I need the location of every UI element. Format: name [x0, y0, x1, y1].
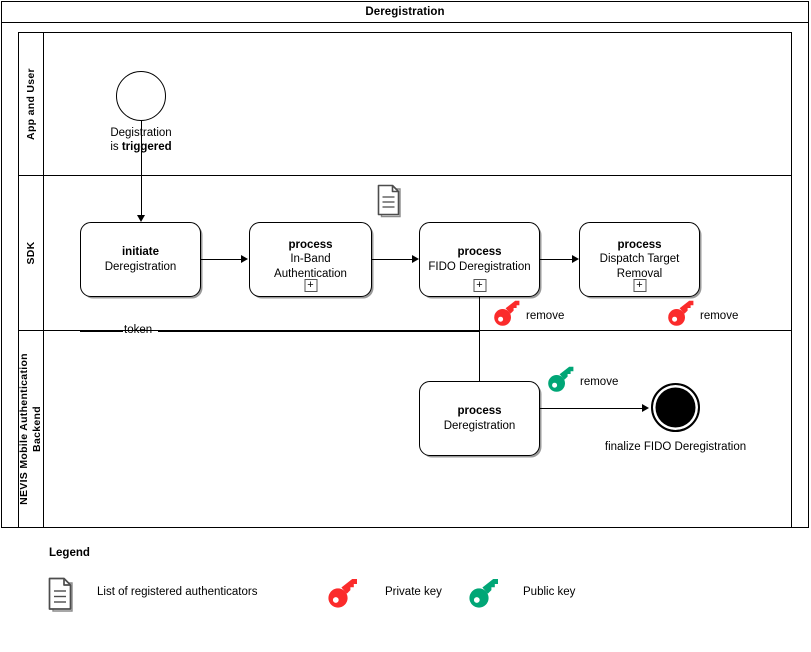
token-line-right	[158, 331, 479, 332]
legend-key-icon-green	[467, 578, 503, 610]
lane-label-app-and-user: App and User	[24, 67, 37, 140]
key-icon-green-backend	[546, 366, 578, 394]
flow-initiate-to-inband	[201, 259, 241, 260]
task-process-dispatch-target-removal-rest: Dispatch Target Removal	[599, 253, 680, 280]
token-label: token	[124, 324, 153, 336]
task-process-fido-deregistration-rest: FIDO Deregistration	[428, 260, 531, 273]
flow-inband-to-fido	[372, 259, 412, 260]
lane-label-backend: NEVIS Mobile Authentication Backend	[17, 353, 43, 505]
data-object-document-icon	[376, 183, 404, 219]
legend-document-icon	[47, 576, 77, 614]
task-process-fido-deregistration-strong: process	[457, 246, 502, 259]
flow-start-to-initiate	[141, 121, 142, 215]
task-initiate-deregistration[interactable]: initiate Deregistration	[80, 222, 201, 297]
lane-divider-1	[18, 175, 792, 176]
lane-label-sdk: SDK	[24, 240, 37, 265]
task-initiate-deregistration-strong: initiate	[121, 246, 160, 259]
task-process-dispatch-target-removal[interactable]: process Dispatch Target Removal +	[579, 222, 700, 297]
legend-key-icon-red	[326, 578, 362, 610]
task-process-dispatch-target-removal-subprocess-marker[interactable]: +	[633, 279, 646, 292]
task-process-in-band-authentication-strong: process	[288, 239, 333, 252]
legend-label-document: List of registered authenticators	[97, 586, 258, 598]
task-process-fido-deregistration-subprocess-marker[interactable]: +	[473, 279, 486, 292]
start-event-label-line2-strong: triggered	[121, 141, 172, 154]
end-event-label: finalize FIDO Deregistration	[604, 441, 747, 453]
start-event[interactable]	[116, 71, 166, 121]
task-process-in-band-authentication-rest: In-Band Authentication	[274, 253, 347, 280]
flow-start-to-initiate-arrowhead	[136, 215, 145, 222]
task-process-in-band-authentication-subprocess-marker[interactable]: +	[304, 279, 317, 292]
legend-label-public-key: Public key	[523, 586, 576, 598]
flow-backend-to-end-event-arrowhead	[642, 403, 649, 412]
diagram-canvas: Deregistration App and User SDK NEVIS Mo…	[0, 0, 811, 652]
end-event[interactable]	[651, 383, 700, 432]
task-process-deregistration-backend[interactable]: process Deregistration	[419, 381, 540, 456]
flow-initiate-to-inband-arrowhead	[241, 254, 248, 263]
start-event-label-line2-prefix: is	[110, 141, 122, 154]
token-line-left	[80, 331, 123, 332]
lane-header-sdk: SDK	[18, 175, 44, 330]
legend-title: Legend	[49, 547, 90, 559]
key-icon-red-fido	[492, 300, 524, 328]
task-process-in-band-authentication[interactable]: process In-Band Authentication +	[249, 222, 372, 297]
remove-label-backend: remove	[580, 376, 619, 388]
flow-fido-to-backend-deregistration	[479, 297, 480, 381]
key-icon-red-dispatch	[666, 300, 698, 328]
task-process-deregistration-backend-strong: process	[457, 405, 502, 418]
legend-label-private-key: Private key	[385, 586, 442, 598]
remove-label-fido: remove	[526, 310, 565, 322]
flow-fido-to-dispatch	[540, 259, 572, 260]
task-process-fido-deregistration[interactable]: process FIDO Deregistration +	[419, 222, 540, 297]
task-process-deregistration-backend-rest: Deregistration	[443, 419, 516, 432]
task-initiate-deregistration-rest: Deregistration	[104, 260, 177, 273]
task-process-dispatch-target-removal-strong: process	[617, 239, 662, 252]
flow-backend-to-end-event	[540, 408, 642, 409]
flow-inband-to-fido-arrowhead	[412, 254, 419, 263]
flow-fido-to-dispatch-arrowhead	[572, 254, 579, 263]
lane-header-app-and-user: App and User	[18, 32, 44, 175]
lane-header-backend: NEVIS Mobile Authentication Backend	[17, 330, 44, 528]
pool-title: Deregistration	[1, 1, 809, 23]
remove-label-dispatch: remove	[700, 310, 739, 322]
